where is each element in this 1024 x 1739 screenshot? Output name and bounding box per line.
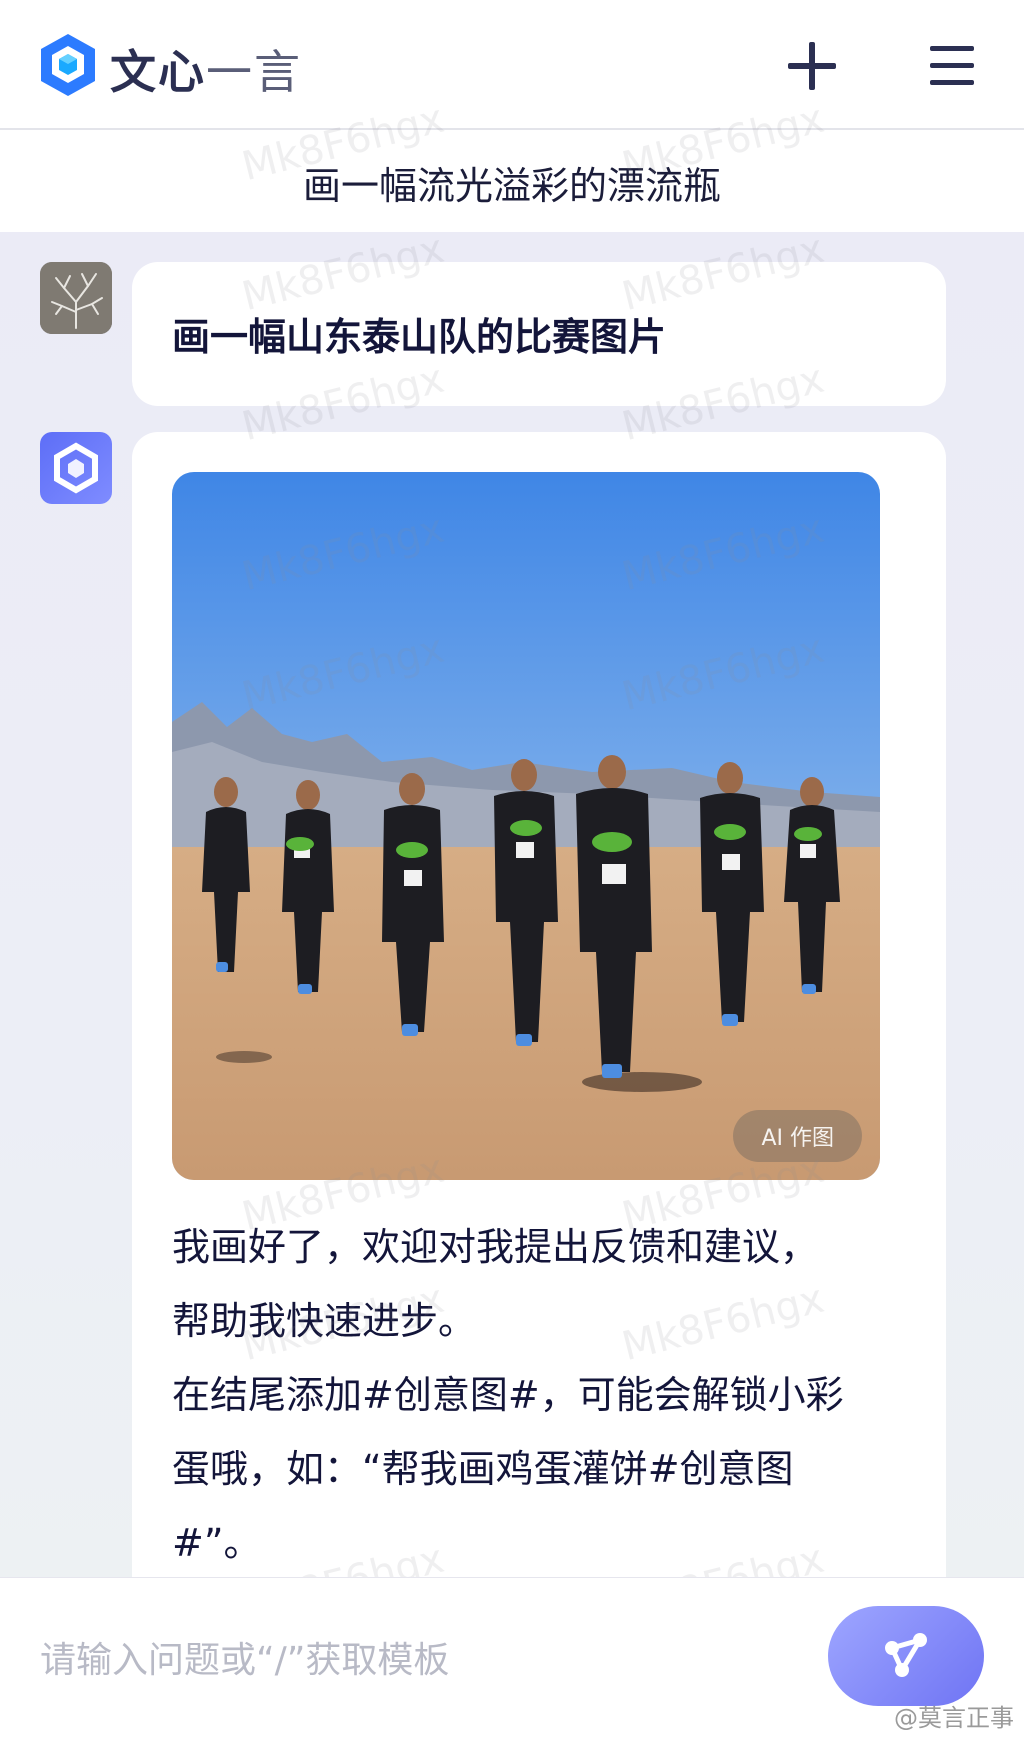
input-bar: @莫言正事: [0, 1577, 1024, 1739]
generated-image[interactable]: AI 作图: [172, 472, 880, 1180]
reply-line: 帮助我快速进步。: [172, 1299, 477, 1343]
bot-message: AI 作图 我画好了，欢迎对我提出反馈和建议， 帮助我快速进步。 在结尾添加#创…: [132, 432, 946, 1577]
question-input[interactable]: [40, 1630, 800, 1690]
chat-area: 画一幅山东泰山队的比赛图片 AI 作图 我画好了，欢迎对我提出反馈和建议， 帮助…: [0, 232, 1024, 1577]
send-button[interactable]: [828, 1606, 984, 1706]
reply-line: 我画好了，欢迎对我提出反馈和建议，: [172, 1225, 819, 1269]
bot-reply-text: 我画好了，欢迎对我提出反馈和建议， 帮助我快速进步。 在结尾添加#创意图#，可能…: [172, 1210, 912, 1577]
reply-line: 蛋哦，如：“帮我画鸡蛋灌饼#创意图: [172, 1447, 794, 1491]
user-message: 画一幅山东泰山队的比赛图片: [132, 262, 946, 406]
user-prompt-text: 画一幅山东泰山队的比赛图片: [172, 315, 667, 359]
app-header: 文心一言: [0, 0, 1024, 130]
new-chat-plus-icon[interactable]: [784, 38, 840, 94]
weibo-credit: @莫言正事: [894, 1704, 1014, 1732]
bot-avatar: [40, 432, 112, 504]
coral-tree-icon: [40, 262, 112, 334]
send-icon: [885, 1633, 927, 1677]
football-team-illustration: [172, 472, 880, 1180]
wenxin-logo-icon: [41, 34, 95, 96]
menu-icon[interactable]: [924, 38, 980, 94]
reply-line: #”。: [172, 1521, 262, 1565]
brand-title-bold: 文心: [110, 45, 206, 99]
brand-title-light: 一言: [206, 45, 302, 99]
brand-title: 文心一言: [110, 36, 302, 102]
user-avatar: [40, 262, 112, 334]
reply-line: 在结尾添加#创意图#，可能会解锁小彩: [172, 1373, 844, 1417]
wenxin-bot-icon: [54, 442, 98, 494]
conversation-title[interactable]: 画一幅流光溢彩的漂流瓶: [0, 132, 1024, 232]
ai-image-badge: AI 作图: [733, 1110, 862, 1162]
